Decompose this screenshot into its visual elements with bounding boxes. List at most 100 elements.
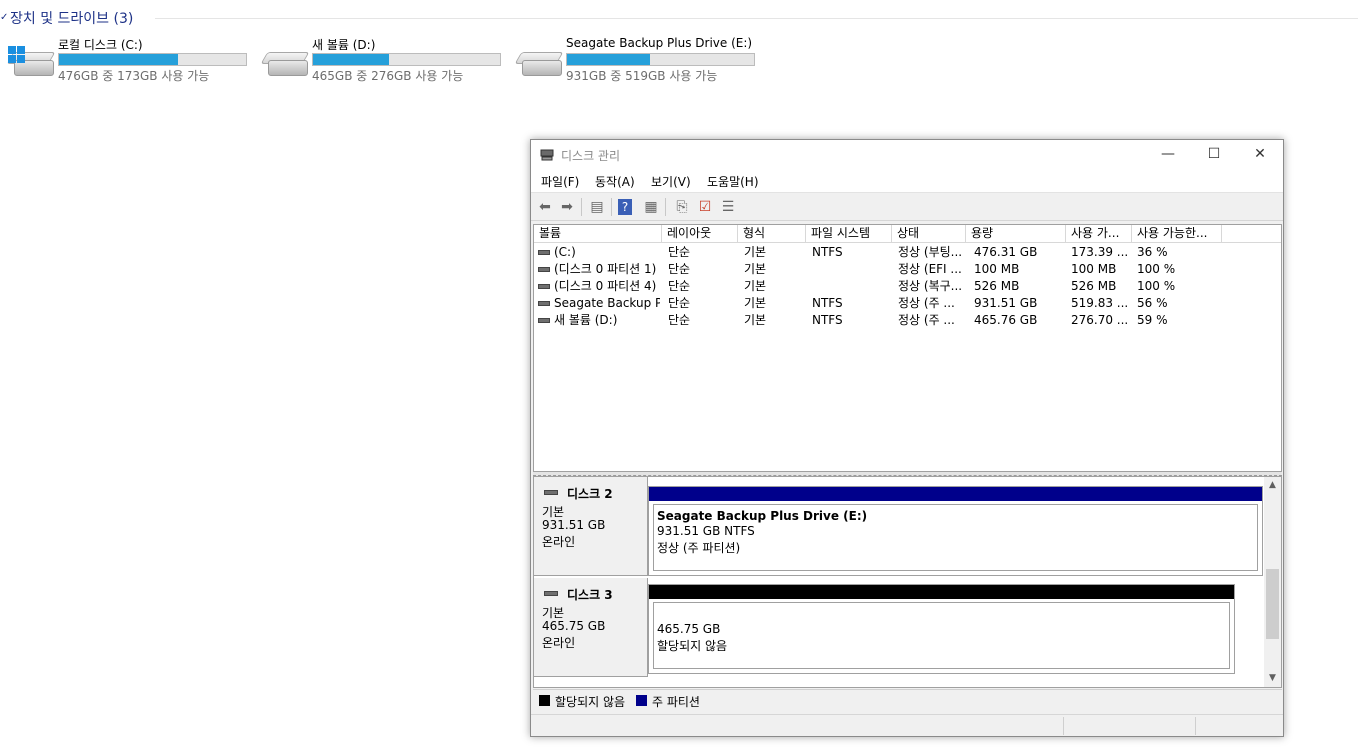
back-arrow-icon[interactable]: ⬅ <box>535 197 555 217</box>
devices-drives-header[interactable]: ✓ 장치 및 드라이브 (3) <box>0 8 1358 28</box>
close-button[interactable]: ✕ <box>1237 140 1283 169</box>
volume-cell-fs: NTFS <box>812 245 843 259</box>
volume-icon <box>538 284 550 289</box>
volume-row[interactable]: Seagate Backup P... 단순 기본 NTFS 정상 (주 ... 931.… <box>534 295 1281 312</box>
menu-file[interactable]: 파일(F) <box>541 173 579 190</box>
volume-cell-type: 기본 <box>744 296 767 310</box>
primary-partition-band <box>649 487 1262 501</box>
scrollbar-thumb[interactable] <box>1266 569 1279 639</box>
volume-cell-capacity: 931.51 GB <box>974 296 1038 310</box>
volume-cell-volume: (디스크 0 파티션 4) <box>554 279 657 293</box>
collapse-chevron-icon[interactable]: ✓ <box>0 12 8 23</box>
volume-cell-status: 정상 (복구... <box>898 279 963 293</box>
drive-tile-e[interactable]: Seagate Backup Plus Drive (E:) 931GB 중 5… <box>514 34 766 84</box>
volume-row[interactable]: (디스크 0 파티션 4) 단순 기본 정상 (복구... 526 MB 526 MB 10… <box>534 278 1281 295</box>
disk-size: 465.75 GB <box>542 619 606 633</box>
help-icon[interactable]: ? <box>618 199 632 215</box>
connect-disk-icon[interactable]: ⎘ <box>672 197 692 217</box>
volume-cell-free: 173.39 ... <box>1071 245 1129 259</box>
scroll-up-arrow-icon[interactable]: ▲ <box>1264 477 1281 494</box>
settings-list-icon[interactable]: ☰ <box>718 197 738 217</box>
column-header-volume[interactable]: 볼륨 <box>534 225 662 243</box>
drive-usage-bar <box>566 53 755 66</box>
volume-cell-layout: 단순 <box>668 245 691 259</box>
volume-cell-fs: NTFS <box>812 296 843 310</box>
windows-drive-icon <box>6 46 56 80</box>
partition-unallocated[interactable]: 465.75 GB 할당되지 않음 <box>648 584 1235 674</box>
properties-pane-icon[interactable]: ▦ <box>641 197 661 217</box>
vertical-scrollbar[interactable]: ▲ ▼ <box>1264 477 1281 687</box>
partition-status: 할당되지 않음 <box>657 639 728 653</box>
volume-cell-volume: Seagate Backup P... <box>554 296 660 310</box>
disk-icon <box>544 591 558 596</box>
volume-cell-status: 정상 (주 ... <box>898 313 955 327</box>
volume-cell-capacity: 465.76 GB <box>974 313 1038 327</box>
column-header-filesystem[interactable]: 파일 시스템 <box>806 225 892 243</box>
legend-label-primary: 주 파티션 <box>652 695 700 709</box>
checklist-icon[interactable]: ☑ <box>695 197 715 217</box>
toolbar-separator <box>665 198 666 216</box>
drive-tile-d[interactable]: 새 볼륨 (D:) 465GB 중 276GB 사용 가능 <box>260 34 512 84</box>
column-header-capacity[interactable]: 용량 <box>966 225 1066 243</box>
console-tree-icon[interactable]: ▤ <box>587 197 607 217</box>
legend-swatch-unallocated <box>539 695 550 706</box>
forward-arrow-icon[interactable]: ➡ <box>557 197 577 217</box>
menu-help[interactable]: 도움말(H) <box>707 173 759 190</box>
drive-usage-fill <box>567 54 650 65</box>
volume-cell-layout: 단순 <box>668 279 691 293</box>
volume-row[interactable]: 새 볼륨 (D:) 단순 기본 NTFS 정상 (주 ... 465.76 GB 276.7… <box>534 312 1281 329</box>
volume-cell-layout: 단순 <box>668 296 691 310</box>
volume-cell-type: 기본 <box>744 313 767 327</box>
legend-swatch-primary <box>636 695 647 706</box>
volume-cell-free-pct: 59 % <box>1137 313 1168 327</box>
column-header-free-percent[interactable]: 사용 가능한... <box>1132 225 1222 243</box>
window-title: 디스크 관리 <box>561 149 621 163</box>
volume-cell-status: 정상 (부팅... <box>898 245 963 259</box>
disk-3-info[interactable]: 디스크 3 기본 465.75 GB 온라인 <box>534 578 648 677</box>
maximize-button[interactable]: ☐ <box>1191 140 1237 169</box>
volume-row[interactable]: (C:) 단순 기본 NTFS 정상 (부팅... 476.31 GB 173.39 ...… <box>534 244 1281 261</box>
volume-cell-layout: 단순 <box>668 262 691 276</box>
unallocated-band <box>649 585 1234 599</box>
volume-icon <box>538 267 550 272</box>
volume-cell-capacity: 526 MB <box>974 279 1020 293</box>
volume-cell-free: 519.83 ... <box>1071 296 1129 310</box>
scroll-down-arrow-icon[interactable]: ▼ <box>1264 670 1281 687</box>
legend-label-unallocated: 할당되지 않음 <box>555 695 626 709</box>
section-title: 장치 및 드라이브 (3) <box>10 11 134 27</box>
legend-bar: 할당되지 않음 주 파티션 <box>533 689 1282 711</box>
volume-row[interactable]: (디스크 0 파티션 1) 단순 기본 정상 (EFI ... 100 MB 100 MB… <box>534 261 1281 278</box>
toolbar-separator <box>581 198 582 216</box>
title-bar[interactable]: 디스크 관리 — ☐ ✕ <box>531 140 1283 169</box>
disk-graphical-view: 디스크 2 기본 931.51 GB 온라인 Seagate Backup Pl… <box>533 476 1282 688</box>
volume-cell-volume: (디스크 0 파티션 1) <box>554 262 657 276</box>
column-header-layout[interactable]: 레이아웃 <box>662 225 738 243</box>
partition-details-box <box>653 602 1230 669</box>
menu-action[interactable]: 동작(A) <box>595 173 635 190</box>
volume-icon <box>538 318 550 323</box>
column-header-status[interactable]: 상태 <box>892 225 966 243</box>
volume-list[interactable]: 볼륨 레이아웃 형식 파일 시스템 상태 용량 사용 가... 사용 가능한..… <box>533 224 1282 472</box>
disk-size: 931.51 GB <box>542 518 606 532</box>
section-divider <box>155 18 1358 19</box>
drive-space-text: 465GB 중 276GB 사용 가능 <box>312 69 464 83</box>
volume-icon <box>538 250 550 255</box>
volume-cell-free: 526 MB <box>1071 279 1117 293</box>
volume-cell-free-pct: 36 % <box>1137 245 1168 259</box>
minimize-button[interactable]: — <box>1145 140 1191 169</box>
volume-cell-free-pct: 56 % <box>1137 296 1168 310</box>
drive-tile-c[interactable]: 로컬 디스크 (C:) 476GB 중 173GB 사용 가능 <box>6 34 258 84</box>
partition-status: 정상 (주 파티션) <box>657 541 741 555</box>
volume-cell-capacity: 100 MB <box>974 262 1020 276</box>
column-header-free-space[interactable]: 사용 가... <box>1066 225 1132 243</box>
column-header-type[interactable]: 형식 <box>738 225 806 243</box>
partition-seagate-e[interactable]: Seagate Backup Plus Drive (E:) 931.51 GB… <box>648 486 1263 576</box>
toolbar: ⬅ ➡ ▤ ? ▦ ⎘ ☑ ☰ <box>531 193 1283 221</box>
drive-space-text: 476GB 중 173GB 사용 가능 <box>58 69 210 83</box>
hard-drive-icon <box>260 50 310 80</box>
menu-view[interactable]: 보기(V) <box>651 173 691 190</box>
volume-cell-free: 276.70 ... <box>1071 313 1129 327</box>
disk-2-info[interactable]: 디스크 2 기본 931.51 GB 온라인 <box>534 477 648 576</box>
volume-cell-free-pct: 100 % <box>1137 262 1176 276</box>
partition-title: Seagate Backup Plus Drive (E:) <box>657 509 868 523</box>
